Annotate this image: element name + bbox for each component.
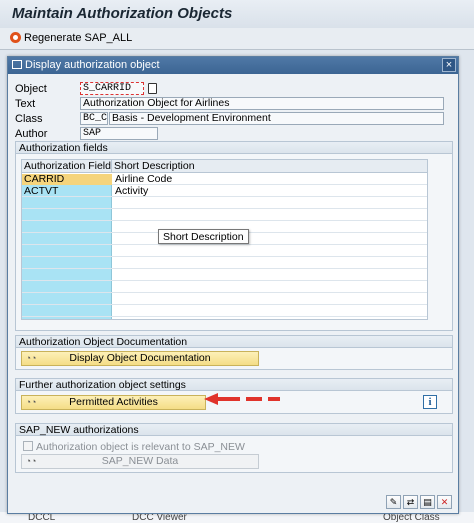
- display-documentation-button[interactable]: ◔◔ Display Object Documentation: [21, 351, 259, 366]
- author-row: Author SAP: [15, 127, 455, 140]
- dialog-title: Display authorization object: [25, 59, 160, 71]
- row-field[interactable]: ACTVT: [22, 186, 112, 197]
- window-icon: [12, 60, 22, 69]
- documentation-group: Authorization Object Documentation ◔◔ Di…: [15, 335, 453, 370]
- table-row[interactable]: [22, 270, 427, 281]
- row-description: Activity: [115, 185, 149, 197]
- regenerate-button[interactable]: Regenerate SAP_ALL: [10, 32, 132, 44]
- app-toolbar: Regenerate SAP_ALL: [0, 28, 474, 50]
- close-button[interactable]: ×: [442, 58, 456, 72]
- red-arrow-annotation: [204, 393, 280, 405]
- object-row: Object S_CARRID: [15, 82, 455, 95]
- row-field[interactable]: CARRID: [22, 174, 112, 185]
- table-header: Authorization Field Short Description: [22, 160, 427, 173]
- object-field[interactable]: S_CARRID: [80, 82, 144, 95]
- table-row[interactable]: CARRID Airline Code: [22, 174, 427, 185]
- sap-new-data-label: SAP_NEW Data: [101, 455, 179, 467]
- column-header-description[interactable]: Short Description: [112, 160, 427, 172]
- further-settings-heading: Further authorization object settings: [16, 379, 452, 391]
- table-row[interactable]: [22, 282, 427, 293]
- glasses-icon: ◔◔: [25, 353, 37, 363]
- copy-icon[interactable]: [148, 83, 157, 94]
- row-description: Airline Code: [115, 173, 173, 185]
- table-row[interactable]: [22, 246, 427, 257]
- documentation-heading: Authorization Object Documentation: [16, 336, 452, 348]
- text-label: Text: [15, 98, 36, 110]
- permitted-activities-button[interactable]: ◔◔ Permitted Activities: [21, 395, 206, 410]
- sap-new-checkbox-label: Authorization object is relevant to SAP_…: [36, 441, 245, 453]
- class-field[interactable]: BC_C: [80, 112, 108, 125]
- toggle-button[interactable]: ⇄: [403, 495, 418, 509]
- glasses-icon: ◔◔: [25, 397, 37, 407]
- table-body: CARRID Airline Code ACTVT Activity: [22, 174, 427, 319]
- authorization-fields-heading: Authorization fields: [16, 142, 452, 154]
- info-button[interactable]: i: [423, 395, 437, 409]
- permitted-activities-label: Permitted Activities: [69, 396, 158, 408]
- glasses-icon: ◔◔: [25, 456, 37, 466]
- display-documentation-label: Display Object Documentation: [69, 352, 211, 364]
- author-field[interactable]: SAP: [80, 127, 158, 140]
- sap-new-checkbox-row[interactable]: Authorization object is relevant to SAP_…: [23, 441, 245, 453]
- object-label: Object: [15, 83, 47, 95]
- save-button[interactable]: ▤: [420, 495, 435, 509]
- column-header-field[interactable]: Authorization Field: [22, 160, 112, 172]
- table-row[interactable]: [22, 198, 427, 209]
- sap-new-checkbox[interactable]: [23, 441, 33, 451]
- regenerate-icon: [10, 32, 21, 43]
- cancel-button[interactable]: ✕: [437, 495, 452, 509]
- display-authorization-dialog: Display authorization object × Object S_…: [7, 56, 459, 514]
- app-title: Maintain Authorization Objects: [0, 0, 474, 28]
- table-row[interactable]: [22, 210, 427, 221]
- text-row: Text Authorization Object for Airlines: [15, 97, 455, 110]
- table-row[interactable]: [22, 294, 427, 305]
- table-row[interactable]: [22, 306, 427, 317]
- regenerate-label: Regenerate SAP_ALL: [24, 32, 133, 44]
- class-row: Class BC_C Basis - Development Environme…: [15, 112, 455, 125]
- sap-new-heading: SAP_NEW authorizations: [16, 424, 452, 436]
- tooltip: Short Description: [158, 229, 249, 244]
- class-description: Basis - Development Environment: [109, 112, 444, 125]
- table-row[interactable]: ACTVT Activity: [22, 186, 427, 197]
- sap-new-data-button[interactable]: ◔◔ SAP_NEW Data: [21, 454, 259, 469]
- sap-new-group: SAP_NEW authorizations Authorization obj…: [15, 423, 453, 473]
- table-row[interactable]: [22, 258, 427, 269]
- class-label: Class: [15, 113, 43, 125]
- dialog-title-bar: Display authorization object ×: [8, 57, 458, 74]
- edit-button[interactable]: ✎: [386, 495, 401, 509]
- author-label: Author: [15, 128, 48, 140]
- text-field[interactable]: Authorization Object for Airlines: [80, 97, 444, 110]
